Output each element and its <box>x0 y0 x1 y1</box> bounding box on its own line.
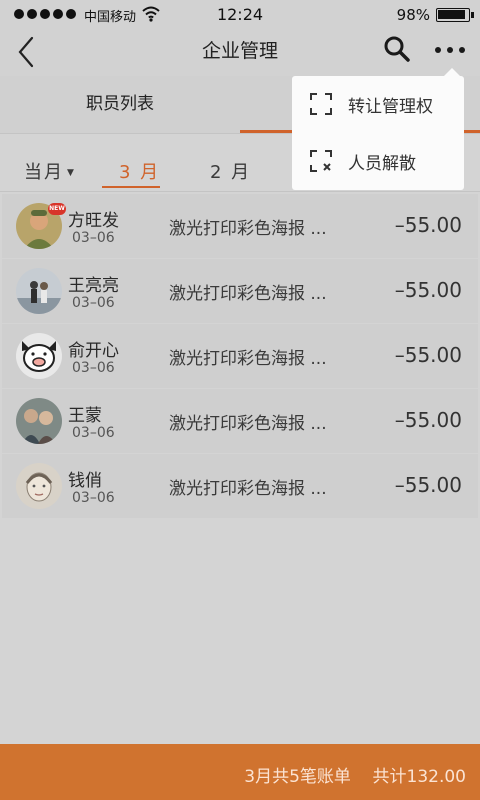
record-description: 激光打印彩色海报 ... <box>169 414 327 434</box>
menu-item-transfer-admin[interactable]: 转让管理权 <box>292 76 464 133</box>
search-icon <box>384 36 410 62</box>
caret-down-icon: ▼ <box>67 168 74 178</box>
menu-item-dismiss-staff[interactable]: 人员解散 <box>292 133 464 190</box>
record-list: NEW 方旺发 03–06 激光打印彩色海报 ... –55.00 王亮亮 03… <box>0 194 480 519</box>
record-date: 03–06 <box>72 425 115 441</box>
avatar <box>16 333 62 379</box>
month-active-indicator <box>102 186 160 188</box>
record-amount: –55.00 <box>394 213 462 237</box>
popup-caret <box>444 68 460 76</box>
avatar-couple-photo <box>16 268 62 314</box>
current-month-label: 当月 <box>24 162 64 183</box>
bill-total: 共计132.00 <box>372 767 466 787</box>
avatar-group-photo <box>16 398 62 444</box>
record-description: 激光打印彩色海报 ... <box>169 284 327 304</box>
chevron-left-icon <box>18 36 34 68</box>
record-amount: –55.00 <box>394 343 462 367</box>
record-name: 王亮亮 <box>68 276 119 296</box>
record-amount: –55.00 <box>394 408 462 432</box>
record-name: 钱俏 <box>68 471 102 491</box>
more-options-menu: 转让管理权 人员解散 <box>292 76 464 190</box>
menu-item-label: 转让管理权 <box>348 97 433 117</box>
record-date: 03–06 <box>72 295 115 311</box>
record-name: 王蒙 <box>68 406 102 426</box>
list-item[interactable]: NEW 方旺发 03–06 激光打印彩色海报 ... –55.00 <box>2 194 478 258</box>
back-button[interactable] <box>14 34 44 70</box>
bill-count-summary: 3月共5笔账单 <box>244 767 351 787</box>
battery-icon <box>436 8 474 22</box>
status-bar: 中国移动 12:24 98% <box>0 0 480 30</box>
month-tab-march[interactable]: 3 月 <box>119 158 160 184</box>
transfer-frame-icon <box>310 93 332 115</box>
avatar-cartoon-pig <box>16 333 62 379</box>
record-name: 俞开心 <box>68 341 119 361</box>
battery-percent: 98% <box>396 6 430 24</box>
list-item[interactable]: 俞开心 03–06 激光打印彩色海报 ... –55.00 <box>2 324 478 388</box>
record-date: 03–06 <box>72 230 115 246</box>
tab-staff-list[interactable]: 职员列表 <box>0 76 240 134</box>
menu-item-label: 人员解散 <box>348 154 416 174</box>
record-name: 方旺发 <box>68 211 119 231</box>
current-month-dropdown[interactable]: 当月 ▼ <box>24 158 74 184</box>
more-dots-icon <box>435 47 465 53</box>
dismiss-frame-icon <box>310 150 332 172</box>
record-amount: –55.00 <box>394 278 462 302</box>
avatar <box>16 463 62 509</box>
footer-text: 3月共5笔账单 共计132.00 <box>244 762 466 787</box>
record-date: 03–06 <box>72 360 115 376</box>
record-description: 激光打印彩色海报 ... <box>169 479 327 499</box>
search-button[interactable] <box>382 34 412 64</box>
month-tab-february[interactable]: 2 月 <box>210 158 251 184</box>
record-description: 激光打印彩色海报 ... <box>169 349 327 369</box>
list-item[interactable]: 王蒙 03–06 激光打印彩色海报 ... –55.00 <box>2 389 478 453</box>
avatar <box>16 398 62 444</box>
record-date: 03–06 <box>72 490 115 506</box>
avatar-sketch-face <box>16 463 62 509</box>
list-item[interactable]: 钱俏 03–06 激光打印彩色海报 ... –55.00 <box>2 454 478 518</box>
list-item[interactable]: 王亮亮 03–06 激光打印彩色海报 ... –55.00 <box>2 259 478 323</box>
record-description: 激光打印彩色海报 ... <box>169 219 327 239</box>
avatar <box>16 268 62 314</box>
more-options-button[interactable] <box>432 38 468 62</box>
footer-summary-bar: 3月共5笔账单 共计132.00 <box>0 744 480 800</box>
record-amount: –55.00 <box>394 473 462 497</box>
new-badge: NEW <box>48 203 66 215</box>
nav-bar: 企业管理 <box>0 30 480 76</box>
